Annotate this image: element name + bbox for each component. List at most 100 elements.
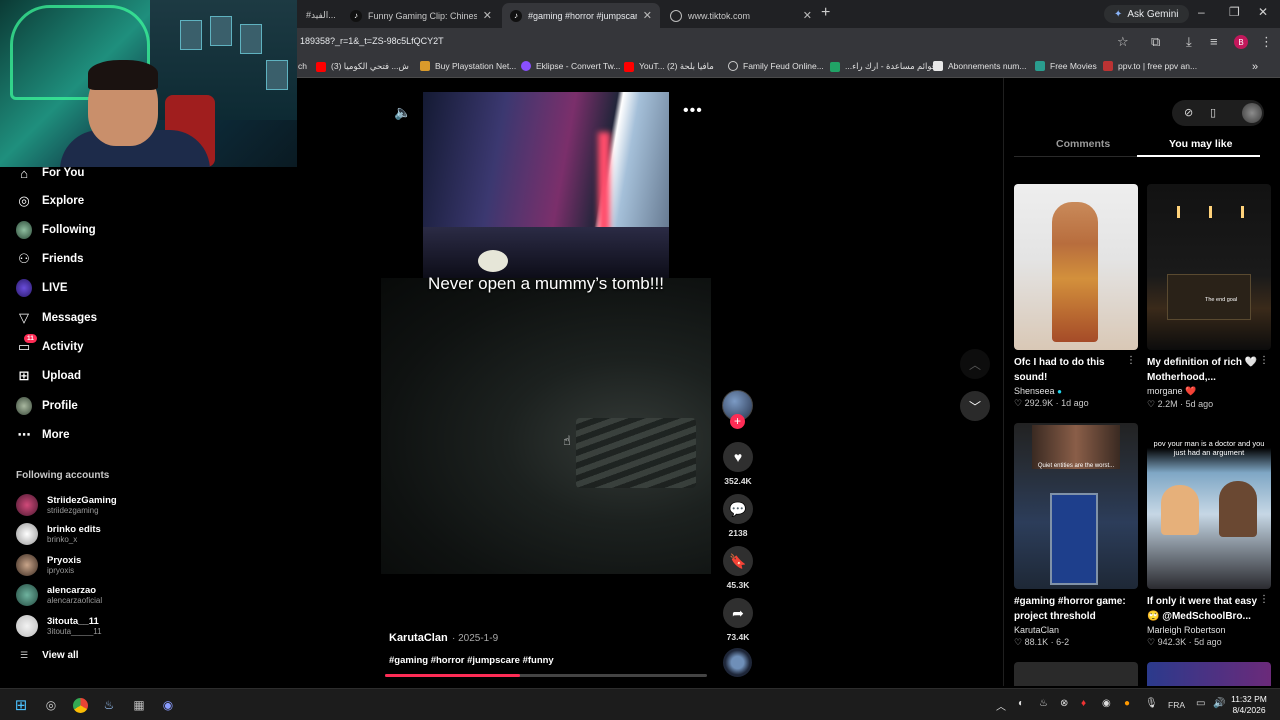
profile-avatar[interactable]: B: [1234, 35, 1248, 49]
download-icon[interactable]: ⤓: [1186, 34, 1192, 50]
following-account[interactable]: StriidezGaming striidezgaming: [16, 492, 117, 518]
new-tab-button[interactable]: +: [821, 4, 830, 22]
next-video-button[interactable]: ﹀: [960, 391, 990, 421]
network-icon[interactable]: ▭: [1196, 698, 1205, 709]
recommended-video-card[interactable]: Quiet entities are the worst... #gaming …: [1014, 423, 1138, 648]
browser-tab[interactable]: ♪ Funny Gaming Clip: Chinese Pla... ✕: [342, 3, 500, 28]
playlist-icon[interactable]: ≡: [1210, 34, 1218, 49]
bookmark[interactable]: YouT... مافيا بلحة (2): [624, 61, 714, 72]
user-avatar[interactable]: [1242, 103, 1262, 123]
recommended-video-card-peek[interactable]: [1014, 662, 1138, 686]
chrome-icon[interactable]: [71, 696, 89, 714]
tray-discord-icon[interactable]: ◉: [1102, 698, 1111, 709]
speaker-icon[interactable]: 🔊: [1213, 698, 1225, 709]
bookmark-icon: 🔖: [723, 546, 753, 576]
following-account[interactable]: brinko edits brinko_x: [16, 521, 101, 547]
microphone-icon[interactable]: 🎙: [1145, 698, 1158, 709]
video-author[interactable]: KarutaClan: [389, 632, 448, 644]
share-button[interactable]: ➦ 73.4K: [722, 598, 754, 642]
more-options-icon[interactable]: •••: [683, 102, 703, 120]
ask-gemini-button[interactable]: ✦ Ask Gemini: [1104, 5, 1189, 23]
recommended-video-card[interactable]: The end goal My definition of rich 🤍 Mot…: [1147, 184, 1271, 410]
nav-more[interactable]: ⋯ More: [16, 424, 70, 446]
restore-icon[interactable]: ❐: [1229, 5, 1240, 19]
recommended-video-card[interactable]: Ofc I had to do this sound! Shenseea ● ♡…: [1014, 184, 1138, 409]
bookmark[interactable]: ...قوائم مساعدة - ارك راء: [830, 61, 936, 72]
nav-label: Activity: [42, 341, 84, 353]
nav-profile[interactable]: Profile: [16, 395, 78, 417]
follow-button[interactable]: +: [730, 414, 745, 429]
view-all-button[interactable]: ☰ View all: [20, 650, 79, 661]
recommended-video-card-peek[interactable]: [1147, 662, 1271, 686]
tray-steam-icon[interactable]: ♨: [1039, 698, 1048, 709]
bookmark[interactable]: Eklipse - Convert Tw...: [521, 61, 620, 71]
browser-tab[interactable]: www.tiktok.com ✕: [662, 3, 820, 28]
following-account[interactable]: Pryoxis ipryoxis: [16, 552, 81, 578]
nav-for-you[interactable]: ⌂ For You: [16, 162, 84, 184]
tray-chevron-icon[interactable]: ︿: [996, 698, 1006, 713]
following-account[interactable]: 3itouta__11 3itouta_____11: [16, 613, 102, 639]
minimize-icon[interactable]: –: [1198, 5, 1205, 19]
steam-icon[interactable]: ♨: [100, 696, 118, 714]
browser-tab-active[interactable]: ♪ #gaming #horror #jumpscare # ✕: [502, 3, 660, 28]
tiktok-sidebar: ⌂ For You ◎ Explore Following ⚇ Friends …: [0, 162, 180, 672]
discord-icon[interactable]: ◉: [159, 696, 177, 714]
nav-explore[interactable]: ◎ Explore: [16, 190, 84, 212]
save-button[interactable]: 🔖 45.3K: [722, 546, 754, 590]
card-likes: 292.9K: [1024, 398, 1054, 408]
bookmark[interactable]: ش... فتحي الكوميا (3): [316, 61, 409, 72]
bookmark-star-icon[interactable]: ☆: [1117, 34, 1129, 50]
bookmark[interactable]: Free Movies: [1035, 61, 1097, 71]
app-icon[interactable]: ◎: [42, 696, 60, 714]
video-frame-bottom[interactable]: [381, 278, 711, 574]
like-button[interactable]: ♥ 352.4K: [722, 442, 754, 486]
nav-upload[interactable]: ⊞ Upload: [16, 365, 81, 387]
url-field[interactable]: 189358?_r=1&_t=ZS-98c5LfQCY2T: [300, 36, 444, 46]
close-icon[interactable]: ✕: [643, 9, 652, 22]
windows-start-icon[interactable]: ⊞: [12, 696, 30, 714]
video-frame-top[interactable]: [423, 92, 669, 278]
following-account[interactable]: alencarzao alencarzaoficial: [16, 582, 102, 608]
recommended-video-card[interactable]: pov your man is a doctor and you just ha…: [1147, 423, 1271, 648]
nav-messages[interactable]: ▽ Messages: [16, 307, 97, 329]
extensions-icon[interactable]: ⧉: [1151, 34, 1160, 50]
tray-xbox-icon[interactable]: ⊗: [1060, 698, 1068, 709]
bookmark-label: Family Feud Online...: [743, 61, 824, 71]
bookmark[interactable]: Buy Playstation Net...: [420, 61, 516, 71]
tray-app-icon[interactable]: ◐: [1018, 698, 1024, 709]
tab-you-may-like[interactable]: You may like: [1169, 138, 1232, 150]
close-icon[interactable]: ✕: [483, 9, 492, 22]
system-clock[interactable]: 11:32 PM 8/4/2026: [1226, 694, 1272, 716]
nav-live[interactable]: LIVE: [16, 277, 68, 299]
browser-tab[interactable]: #الفيد...: [298, 3, 348, 28]
comment-button[interactable]: 💬 2138: [722, 494, 754, 538]
music-disc-icon[interactable]: [723, 648, 752, 677]
bookmark[interactable]: Family Feud Online...: [728, 61, 824, 71]
phone-icon[interactable]: ▯: [1210, 106, 1216, 119]
tray-app-icon[interactable]: ●: [1124, 698, 1130, 709]
previous-video-button[interactable]: ︿: [960, 349, 990, 379]
menu-dots-icon[interactable]: ⋮: [1260, 34, 1273, 50]
volume-icon[interactable]: 🔈: [394, 104, 411, 121]
close-icon[interactable]: ✕: [803, 9, 812, 22]
compass-icon[interactable]: ⊘: [1184, 106, 1193, 119]
bookmark-label: ش... فتحي الكوميا (3): [331, 61, 409, 71]
bookmark[interactable]: ppv.to | free ppv an...: [1103, 61, 1197, 71]
card-menu-icon[interactable]: ⋮: [1259, 355, 1269, 366]
language-indicator[interactable]: FRA: [1168, 700, 1185, 710]
nav-activity[interactable]: ▭ 11 Activity: [16, 334, 84, 358]
nav-following[interactable]: Following: [16, 219, 96, 241]
bookmark[interactable]: ch: [298, 61, 307, 71]
account-name: Pryoxis: [47, 555, 82, 566]
card-menu-icon[interactable]: ⋮: [1126, 355, 1136, 366]
apps-grid-icon[interactable]: ▦: [130, 696, 148, 714]
nav-friends[interactable]: ⚇ Friends: [16, 248, 83, 270]
tray-app-icon[interactable]: ♦: [1081, 698, 1086, 709]
close-window-icon[interactable]: ✕: [1258, 5, 1268, 19]
card-menu-icon[interactable]: ⋮: [1259, 594, 1269, 605]
video-progress-bar[interactable]: [385, 674, 707, 677]
bookmark[interactable]: Abonnements num...: [933, 61, 1026, 71]
video-hashtags[interactable]: #gaming #horror #jumpscare #funny: [389, 655, 554, 666]
tab-comments[interactable]: Comments: [1056, 138, 1110, 150]
more-bookmarks-icon[interactable]: »: [1252, 61, 1258, 73]
